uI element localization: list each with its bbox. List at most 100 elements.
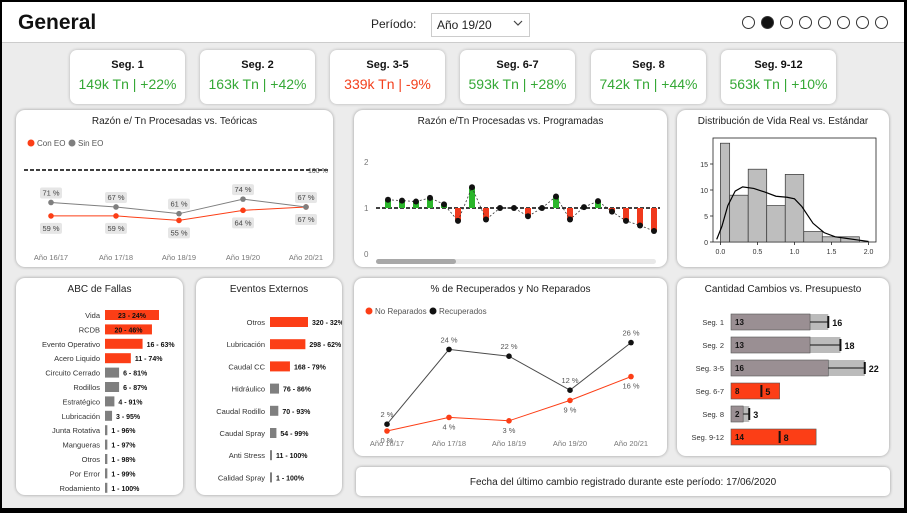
bar — [270, 405, 279, 416]
abc-fallas-card: ABC de Fallas Vida 23 - 24% RCDB 20 - 46% Ev… — [16, 278, 183, 495]
data-label: 76 - 86% — [283, 387, 312, 394]
data-label: 11 - 100% — [276, 453, 308, 460]
legend-label: Con EO — [37, 139, 65, 148]
distribucion-chart: 0 5 10 15 0.0 0.5 1.0 1.5 2.0 — [700, 137, 877, 256]
recuperados-chart: No Reparados Recuperados0 %4 % 3 %9 %16 %2… — [365, 307, 648, 448]
histogram-bar — [747, 168, 768, 243]
category-label: Caudal CC — [228, 362, 265, 371]
page-dot[interactable] — [780, 16, 793, 29]
category-label: Rodamiento — [60, 484, 100, 493]
page-dot[interactable] — [761, 16, 774, 29]
category-label: Por Error — [70, 469, 101, 478]
category-label: Seg. 2 — [702, 341, 724, 350]
data-label: 61 % — [170, 200, 187, 209]
histogram-bar — [766, 205, 786, 243]
data-label: 1 - 100% — [111, 486, 140, 493]
bar — [270, 472, 272, 483]
category-label: Junta Rotativa — [52, 426, 101, 435]
budget-label: 22 — [869, 364, 879, 374]
last-change-text: Fecha del último cambio registrado duran… — [469, 477, 777, 488]
bar — [270, 383, 280, 394]
x-tick-label: Año 16/17 — [370, 439, 404, 448]
kpi-name: Seg. 6-7 — [496, 59, 539, 71]
x-tick-label: 0.0 — [716, 249, 726, 256]
category-label: Circuito Cerrado — [45, 369, 100, 378]
data-point — [399, 197, 405, 204]
data-label: 23 - 24% — [118, 313, 147, 320]
bar — [105, 410, 113, 421]
page-dot[interactable] — [818, 16, 831, 29]
data-point — [483, 216, 489, 223]
page-dot[interactable] — [856, 16, 869, 29]
recuperados-card: % de Recuperados y No Reparados No Repar… — [354, 278, 667, 456]
data-point — [469, 184, 475, 191]
data-point — [48, 213, 54, 219]
data-point — [567, 397, 573, 404]
data-point — [637, 222, 643, 229]
actual-label: 13 — [735, 341, 744, 350]
bar — [105, 367, 120, 378]
actual-label: 8 — [735, 387, 740, 396]
bar — [651, 208, 657, 231]
legend-marker-recuperados — [429, 307, 437, 315]
kpi-value: 742k Tn | +44% — [599, 76, 698, 92]
data-label: 320 - 32% — [312, 320, 342, 327]
budget-label: 18 — [844, 341, 854, 351]
data-point — [525, 213, 531, 220]
category-label: Mangueras — [62, 441, 100, 450]
data-label: 3 - 95% — [116, 414, 141, 421]
kpi-name: Seg. 3-5 — [366, 59, 409, 71]
y-tick-label: 10 — [700, 188, 708, 195]
razon-teoricas-chart: Con EO Sin EO 100 % 59 % 59 % 55 % 64 % 67 % 71 … — [24, 139, 328, 262]
chevron-down-icon — [513, 20, 523, 26]
kpi-value: 149k Tn | +22% — [78, 76, 177, 92]
period-dropdown[interactable]: Año 19/20 — [431, 13, 530, 37]
kpi-card: Seg. 3-5 339k Tn | -9% — [330, 50, 445, 104]
data-point — [113, 204, 119, 210]
y-tick-label: 5 — [704, 214, 708, 221]
x-tick-label: Año 17/18 — [432, 439, 466, 448]
data-point — [609, 208, 615, 215]
data-point — [595, 198, 601, 205]
bar — [270, 339, 306, 350]
data-label: 67 % — [297, 193, 314, 202]
data-label: 1 - 96% — [111, 428, 136, 435]
eventos-externos-card: Eventos Externos Otros 320 - 32% Lubricaci… — [196, 278, 342, 495]
dashboard: General Período: Año 19/20 Seg. 1 149k Tn… — [2, 2, 904, 508]
bar — [105, 425, 108, 436]
budget-label: 8 — [784, 433, 789, 443]
data-point — [427, 194, 433, 201]
data-point — [539, 205, 545, 211]
scrollbar-thumb[interactable] — [376, 259, 456, 264]
kpi-card: Seg. 6-7 593k Tn | +28% — [460, 50, 575, 104]
data-point — [623, 217, 629, 224]
bar — [270, 317, 308, 327]
budget-label: 16 — [832, 318, 842, 328]
kpi-name: Seg. 2 — [241, 59, 274, 71]
cambios-chart: Seg. 1 13 16 Seg. 2 13 18 Seg. 3-5 16 22 Seg. 6-7… — [691, 313, 879, 446]
kpi-name: Seg. 8 — [632, 59, 665, 71]
page-dot[interactable] — [742, 16, 755, 29]
data-label: 24 % — [440, 335, 457, 344]
data-point — [441, 201, 447, 208]
budget-label: 5 — [765, 387, 770, 397]
x-tick-label: Año 19/20 — [553, 439, 587, 448]
page-dot[interactable] — [799, 16, 812, 29]
data-point — [567, 387, 573, 393]
page-dot[interactable] — [837, 16, 850, 29]
data-point — [240, 196, 246, 202]
reference-label: 100 % — [308, 168, 328, 175]
bar — [270, 450, 272, 461]
actual-label: 16 — [735, 364, 744, 373]
razon-teoricas-card: Razón e/ Tn Procesadas vs. Teóricas Con … — [16, 110, 333, 267]
x-tick-label: 0.5 — [753, 249, 763, 256]
page-dot[interactable] — [875, 16, 888, 29]
x-tick-label: 1.0 — [790, 249, 800, 256]
razon-programadas-chart: 0 1 2 — [364, 158, 660, 264]
period-label: Período: — [371, 17, 417, 31]
data-label: 6 - 81% — [123, 371, 148, 378]
footer-card: Fecha del último cambio registrado duran… — [356, 467, 890, 496]
data-point — [581, 204, 587, 211]
category-label: Lubricación — [227, 340, 265, 349]
category-label: Seg. 6-7 — [696, 387, 724, 396]
